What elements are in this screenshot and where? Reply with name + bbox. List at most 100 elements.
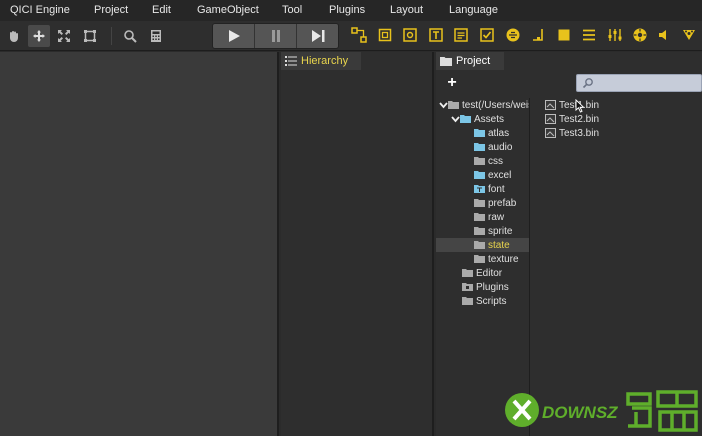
menu-bar: QICI Engine Project Edit GameObject Tool…	[0, 0, 702, 21]
play-icon[interactable]	[213, 24, 255, 48]
empty-icon[interactable]	[377, 27, 393, 43]
tree-item-raw[interactable]: raw	[474, 210, 504, 224]
sound-icon[interactable]	[656, 27, 672, 43]
project-header: +	[436, 70, 702, 98]
calculator-icon[interactable]	[145, 25, 167, 47]
step-icon[interactable]	[297, 24, 338, 48]
file-item-label: Test3.bin	[559, 127, 600, 139]
tree-item-css[interactable]: css	[474, 154, 503, 168]
emitter-icon[interactable]	[681, 27, 697, 43]
sliders-icon[interactable]	[607, 27, 623, 43]
file-icon	[545, 128, 556, 138]
chevron-down-icon[interactable]	[450, 114, 460, 124]
tree-item-excel[interactable]: excel	[474, 168, 511, 182]
square-icon[interactable]	[556, 27, 572, 43]
project-panel[interactable]: Project + test(/Users/weis Assets atlas …	[436, 52, 702, 436]
tree-item-plugins[interactable]: Plugins	[462, 280, 509, 294]
search-input[interactable]	[576, 74, 702, 92]
plugin-folder-icon	[462, 283, 473, 291]
add-button[interactable]: +	[442, 73, 462, 93]
tab-hierarchy-label: Hierarchy	[301, 55, 349, 67]
pause-icon[interactable]	[255, 24, 297, 48]
tree-item-label: font	[488, 183, 505, 195]
list-tree-icon	[285, 56, 297, 66]
hierarchy-panel[interactable]: Hierarchy	[281, 52, 434, 436]
watermark-logo: DOWNSZ	[500, 386, 700, 434]
list-icon[interactable]	[581, 27, 597, 43]
hand-tool-icon[interactable]	[3, 25, 25, 47]
node-icon[interactable]	[351, 27, 367, 43]
folder-icon	[474, 241, 485, 249]
play-controls	[212, 23, 339, 49]
folder-icon	[474, 255, 485, 263]
menu-tool[interactable]: Tool	[282, 4, 302, 16]
folder-icon	[462, 269, 473, 277]
folder-icon	[474, 199, 485, 207]
zoom-icon[interactable]	[119, 25, 141, 47]
search-icon	[582, 78, 593, 89]
toolbar	[0, 21, 702, 51]
toggle-icon[interactable]	[479, 27, 495, 43]
tree-item-texture[interactable]: texture	[474, 252, 519, 266]
folder-icon	[474, 157, 485, 165]
tree-item-editor[interactable]: Editor	[462, 266, 502, 280]
folder-icon	[474, 143, 485, 151]
menu-edit[interactable]: Edit	[152, 4, 171, 16]
image-icon[interactable]	[402, 27, 418, 43]
tree-item-label: css	[488, 155, 503, 167]
tree-item-scripts[interactable]: Scripts	[462, 294, 507, 308]
tree-item-label: raw	[488, 211, 505, 223]
tree-item-atlas[interactable]: atlas	[474, 126, 509, 140]
tree-item-audio[interactable]: audio	[474, 140, 512, 154]
font-folder-icon	[474, 185, 485, 193]
tilemap-icon[interactable]	[530, 27, 546, 43]
gear-icon[interactable]	[632, 27, 648, 43]
menu-project[interactable]: Project	[94, 4, 128, 16]
ui-text-icon[interactable]	[453, 27, 469, 43]
tree-item-root[interactable]: test(/Users/weis	[438, 98, 530, 112]
file-item-test1[interactable]: Test1.bin	[545, 98, 599, 112]
tab-project[interactable]: Project	[436, 52, 504, 70]
chevron-down-icon[interactable]	[438, 100, 448, 110]
tree-item-label: test(/Users/weis	[462, 99, 530, 111]
tree-item-font[interactable]: font	[474, 182, 505, 196]
folder-icon	[474, 129, 485, 137]
folder-icon	[474, 171, 485, 179]
menu-plugins[interactable]: Plugins	[329, 4, 365, 16]
tree-item-assets[interactable]: Assets	[450, 112, 504, 126]
sprite-icon[interactable]	[505, 27, 521, 43]
tree-item-label: prefab	[488, 197, 517, 209]
tree-item-prefab[interactable]: prefab	[474, 196, 516, 210]
folder-icon	[462, 297, 473, 305]
tree-item-state[interactable]: state	[436, 238, 529, 252]
menu-qici-engine[interactable]: QICI Engine	[10, 4, 70, 16]
tree-item-label: texture	[488, 253, 519, 265]
tree-item-sprite[interactable]: sprite	[474, 224, 512, 238]
move-tool-icon[interactable]	[28, 25, 50, 47]
file-icon	[545, 114, 556, 124]
text-icon[interactable]	[428, 27, 444, 43]
file-item-test3[interactable]: Test3.bin	[545, 126, 599, 140]
folder-icon	[474, 227, 485, 235]
menu-language[interactable]: Language	[449, 4, 498, 16]
tab-hierarchy[interactable]: Hierarchy	[281, 52, 361, 70]
tree-item-label: Editor	[476, 267, 503, 279]
tab-project-label: Project	[456, 55, 491, 67]
rect-tool-icon[interactable]	[79, 25, 101, 47]
menu-gameobject[interactable]: GameObject	[197, 4, 259, 16]
tree-item-label: sprite	[488, 225, 513, 237]
folder-icon	[460, 115, 471, 123]
mouse-cursor-icon	[575, 99, 585, 113]
tree-item-label: excel	[488, 169, 512, 181]
file-icon	[545, 100, 556, 110]
folder-icon	[448, 101, 459, 109]
scale-tool-icon[interactable]	[53, 25, 75, 47]
menu-layout[interactable]: Layout	[390, 4, 423, 16]
scene-panel[interactable]	[0, 52, 279, 436]
tree-item-label: Plugins	[476, 281, 509, 293]
tree-item-label: atlas	[488, 127, 510, 139]
tree-item-label: audio	[488, 141, 513, 153]
folder-icon	[474, 213, 485, 221]
file-item-test2[interactable]: Test2.bin	[545, 112, 599, 126]
tree-item-label: Scripts	[476, 295, 507, 307]
